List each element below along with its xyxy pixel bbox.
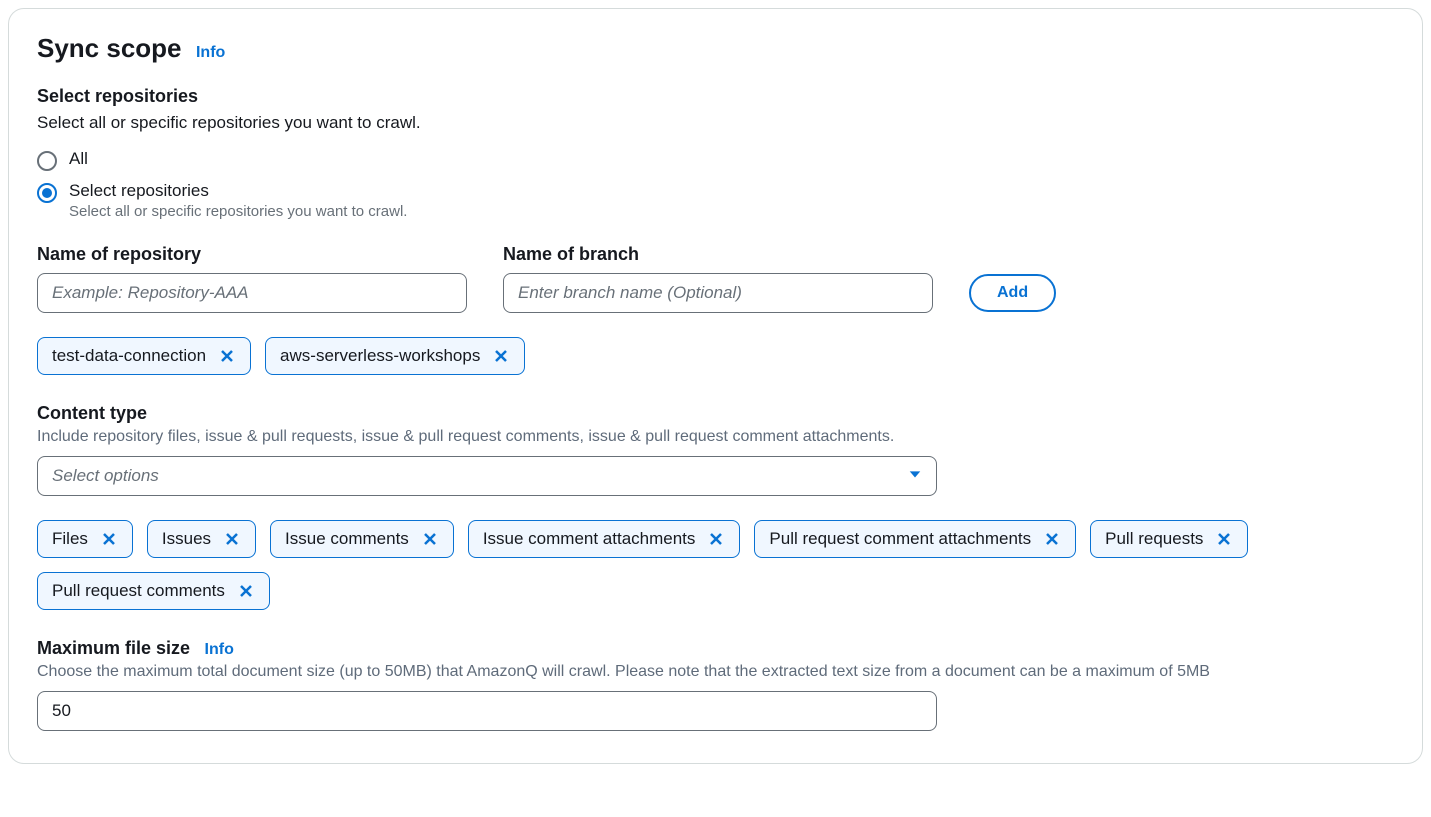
- section-title: Sync scope: [37, 33, 182, 64]
- content-type-token: Files: [37, 520, 133, 558]
- repo-name-field: Name of repository: [37, 244, 467, 313]
- content-type-heading: Content type: [37, 403, 1394, 424]
- radio-sublabel: Select all or specific repositories you …: [69, 203, 407, 220]
- branch-name-label: Name of branch: [503, 244, 933, 265]
- close-icon[interactable]: [1043, 530, 1061, 548]
- content-type-token: Issues: [147, 520, 256, 558]
- panel-header: Sync scope Info: [37, 33, 1394, 64]
- content-type-description: Include repository files, issue & pull r…: [37, 428, 1394, 446]
- sync-scope-panel: Sync scope Info Select repositories Sele…: [8, 8, 1423, 764]
- repo-name-input[interactable]: [37, 273, 467, 313]
- radio-option-select-repositories[interactable]: Select repositories Select all or specif…: [37, 181, 1394, 220]
- max-file-size-heading-row: Maximum file size Info: [37, 638, 1394, 659]
- select-repos-description: Select all or specific repositories you …: [37, 113, 1394, 133]
- content-type-select[interactable]: Select options: [37, 456, 937, 496]
- close-icon[interactable]: [237, 582, 255, 600]
- token-label: Issue comments: [285, 529, 409, 549]
- info-link[interactable]: Info: [205, 641, 234, 658]
- max-file-size-heading: Maximum file size: [37, 638, 190, 658]
- content-type-token: Issue comment attachments: [468, 520, 741, 558]
- select-repos-heading: Select repositories: [37, 86, 1394, 107]
- close-icon[interactable]: [492, 347, 510, 365]
- close-icon[interactable]: [100, 530, 118, 548]
- close-icon[interactable]: [1215, 530, 1233, 548]
- branch-name-field: Name of branch: [503, 244, 933, 313]
- max-file-size-input[interactable]: [37, 691, 937, 731]
- repo-token: aws-serverless-workshops: [265, 337, 525, 375]
- token-label: Pull request comments: [52, 581, 225, 601]
- radio-icon: [37, 151, 57, 171]
- content-type-token: Pull request comments: [37, 572, 270, 610]
- repo-branch-row: Name of repository Name of branch Add: [37, 244, 1394, 313]
- close-icon[interactable]: [218, 347, 236, 365]
- repo-token: test-data-connection: [37, 337, 251, 375]
- add-button[interactable]: Add: [969, 274, 1056, 312]
- content-type-token-list: Files Issues Issue comments Issue commen…: [37, 520, 1394, 610]
- token-label: aws-serverless-workshops: [280, 346, 480, 366]
- token-label: Files: [52, 529, 88, 549]
- select-placeholder: Select options: [52, 466, 159, 486]
- close-icon[interactable]: [421, 530, 439, 548]
- info-link[interactable]: Info: [196, 44, 225, 61]
- content-type-token: Pull requests: [1090, 520, 1248, 558]
- token-label: test-data-connection: [52, 346, 206, 366]
- branch-name-input[interactable]: [503, 273, 933, 313]
- repo-token-list: test-data-connection aws-serverless-work…: [37, 337, 1394, 375]
- token-label: Issues: [162, 529, 211, 549]
- repo-scope-radio-group: All Select repositories Select all or sp…: [37, 149, 1394, 220]
- max-file-size-description: Choose the maximum total document size (…: [37, 663, 1394, 681]
- close-icon[interactable]: [223, 530, 241, 548]
- token-label: Pull requests: [1105, 529, 1203, 549]
- radio-icon: [37, 183, 57, 203]
- token-label: Pull request comment attachments: [769, 529, 1031, 549]
- radio-label: Select repositories: [69, 181, 407, 201]
- close-icon[interactable]: [707, 530, 725, 548]
- content-type-token: Issue comments: [270, 520, 454, 558]
- repo-name-label: Name of repository: [37, 244, 467, 265]
- radio-option-all[interactable]: All: [37, 149, 1394, 171]
- radio-label: All: [69, 149, 88, 169]
- caret-down-icon: [908, 467, 922, 486]
- token-label: Issue comment attachments: [483, 529, 696, 549]
- content-type-token: Pull request comment attachments: [754, 520, 1076, 558]
